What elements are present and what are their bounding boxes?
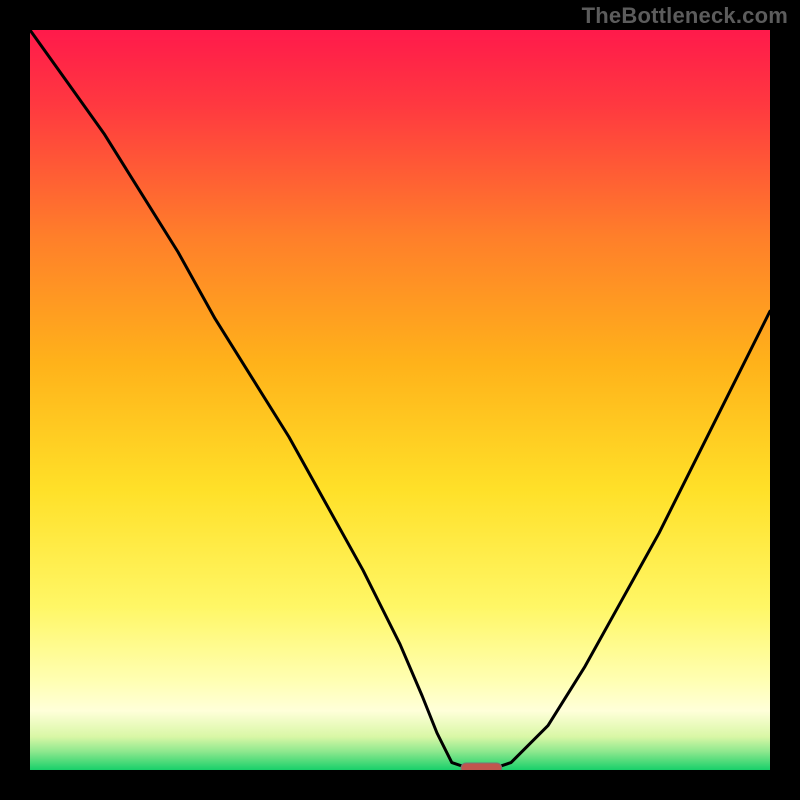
optimal-marker (461, 763, 502, 770)
chart-frame: TheBottleneck.com (0, 0, 800, 800)
bottleneck-chart (30, 30, 770, 770)
gradient-background (30, 30, 770, 770)
watermark-text: TheBottleneck.com (582, 3, 788, 29)
